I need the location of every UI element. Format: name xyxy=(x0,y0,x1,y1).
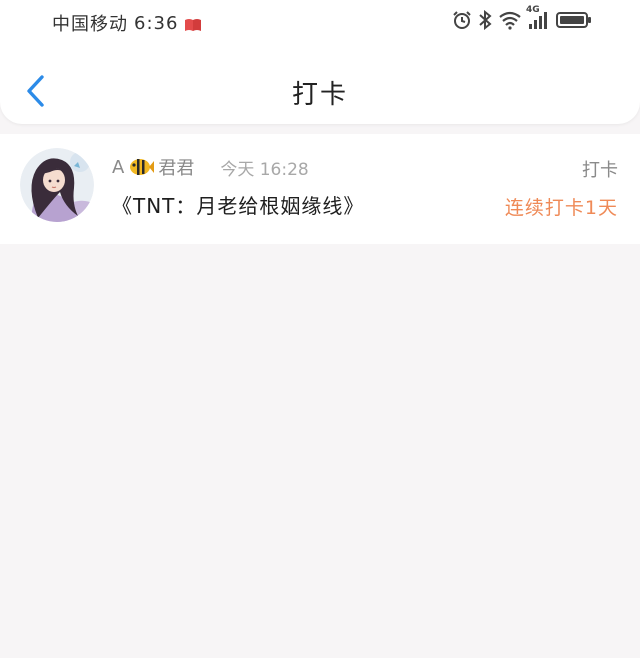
user-prefix: A xyxy=(112,156,125,178)
status-time: 6:36 xyxy=(134,12,179,34)
book-icon xyxy=(184,16,202,31)
fish-icon xyxy=(128,156,155,178)
status-bar: 中国移动 6:36 4G xyxy=(0,0,640,44)
network-type: 4G xyxy=(526,5,540,15)
user-name[interactable]: 君君 xyxy=(158,154,194,180)
page-title: 打卡 xyxy=(291,80,348,110)
status-icons: 4G xyxy=(452,5,592,30)
battery-icon xyxy=(556,10,592,30)
checkin-type-label: 打卡 xyxy=(582,160,618,181)
checkin-meta: A 君君 今天 16:28 xyxy=(112,154,309,180)
top-bar: 中国移动 6:36 4G 打卡 xyxy=(0,0,640,124)
avatar[interactable] xyxy=(20,148,94,222)
wifi-icon xyxy=(498,10,522,30)
streak-badge: 连续打卡1天 xyxy=(504,197,618,219)
carrier-info: 中国移动 6:36 xyxy=(52,10,202,36)
checkin-title[interactable]: 《TNT：月老给根姻缘线》 xyxy=(112,190,364,219)
bluetooth-icon xyxy=(478,10,492,30)
signal-icon: 4G xyxy=(526,5,550,30)
checkin-time: 今天 16:28 xyxy=(220,159,309,180)
checkin-item[interactable]: A 君君 今天 16:28 《TNT：月老给根姻缘线》 打卡 连续打卡1天 xyxy=(0,134,640,244)
alarm-icon xyxy=(452,10,472,30)
carrier-name: 中国移动 xyxy=(52,14,128,35)
